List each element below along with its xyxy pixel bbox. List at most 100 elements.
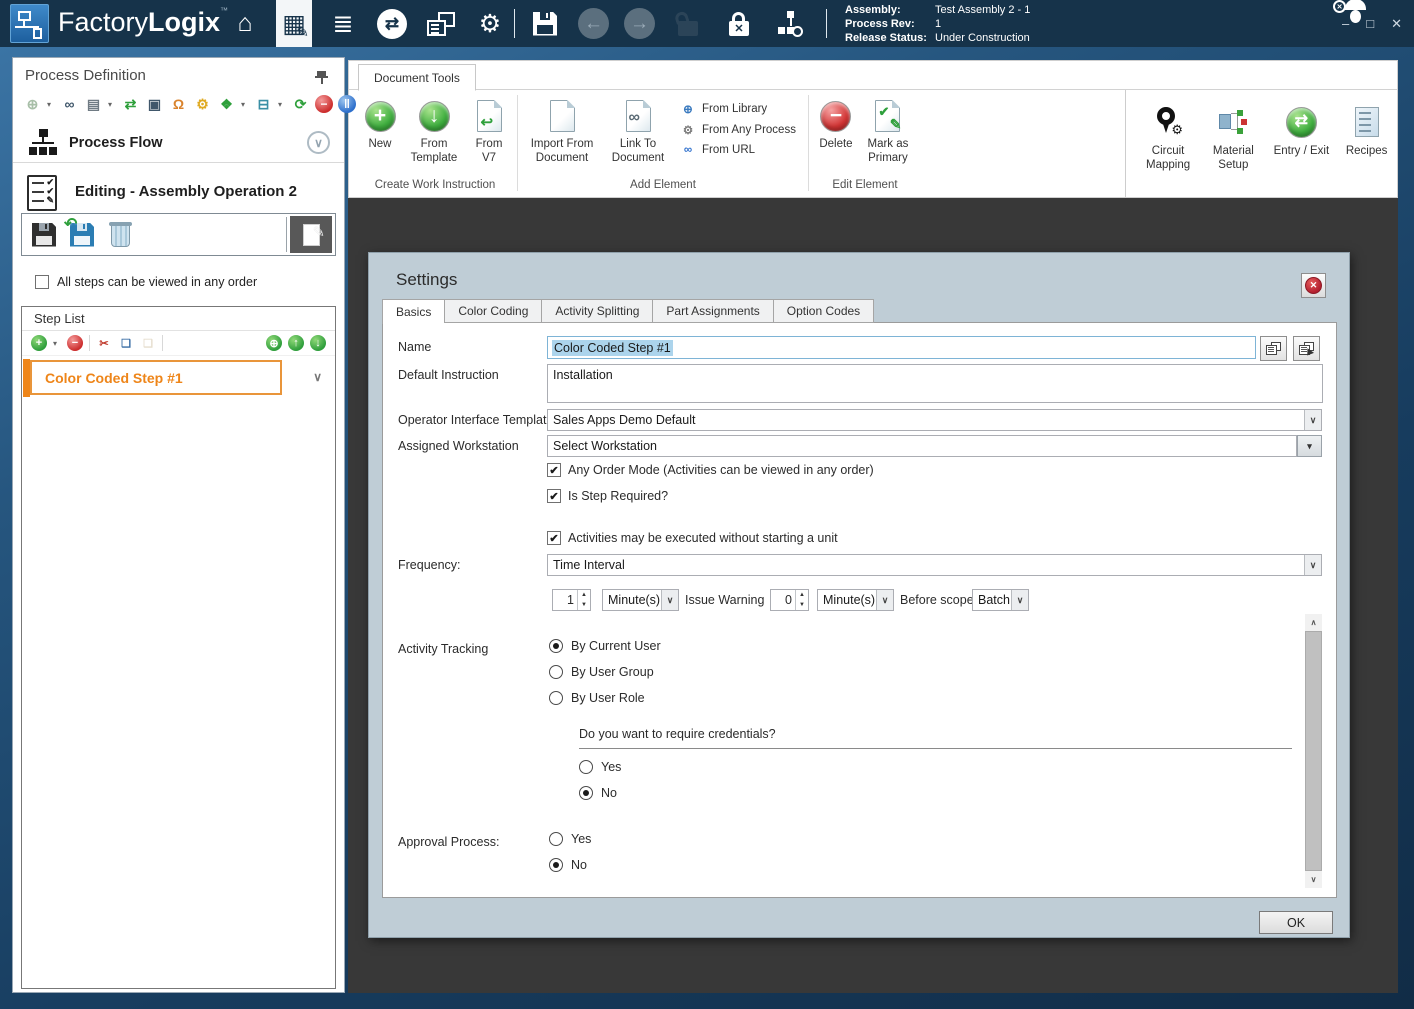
approval-yes-radio[interactable] bbox=[549, 832, 563, 846]
without-unit-checkbox[interactable]: ✔ bbox=[547, 531, 561, 545]
home-icon[interactable]: ⌂ bbox=[227, 0, 263, 47]
tracking-current-user-option[interactable]: By Current User bbox=[549, 639, 661, 653]
mark-as-primary-button[interactable]: ✔✎ Mark as Primary bbox=[859, 92, 917, 165]
process-search-icon[interactable] bbox=[772, 0, 808, 47]
step-name[interactable]: Color Coded Step #1 bbox=[30, 360, 282, 395]
tracking-user-role-radio[interactable] bbox=[549, 691, 563, 705]
documents-nav-icon[interactable] bbox=[423, 0, 459, 47]
copy-name-button[interactable] bbox=[1260, 336, 1287, 361]
add-caret-icon[interactable]: ▾ bbox=[47, 100, 55, 109]
presentation-icon[interactable]: ▣ bbox=[145, 95, 164, 114]
export-caret-icon[interactable]: ▾ bbox=[241, 100, 249, 109]
add-process-icon[interactable]: ⊕ bbox=[23, 95, 42, 114]
lock-close-icon[interactable]: ✕ bbox=[721, 0, 757, 47]
name-input[interactable]: Color Coded Step #1 bbox=[547, 336, 1256, 359]
deactivate-icon[interactable]: − bbox=[315, 95, 333, 113]
sync-icon[interactable]: ⇄ bbox=[121, 95, 140, 114]
spin-down-icon[interactable]: ▼ bbox=[578, 600, 590, 610]
dialog-scrollbar[interactable]: ∧ ∨ bbox=[1305, 614, 1322, 888]
pin-icon[interactable] bbox=[316, 70, 328, 84]
move-step-up-icon[interactable]: ↑ bbox=[288, 335, 304, 351]
collapse-icon[interactable]: ∨ bbox=[307, 131, 330, 154]
materials-nav-icon[interactable]: ≣ bbox=[325, 0, 361, 47]
add-step-caret-icon[interactable]: ▾ bbox=[53, 339, 61, 348]
tab-part-assignments[interactable]: Part Assignments bbox=[652, 299, 772, 323]
from-url-button[interactable]: ∞ From URL bbox=[680, 144, 796, 156]
forward-icon[interactable]: → bbox=[624, 8, 655, 39]
edit-work-instruction-button[interactable]: ✎ bbox=[290, 216, 332, 253]
material-setup-button[interactable]: Material Setup bbox=[1204, 96, 1262, 197]
step-required-checkbox[interactable]: ✔ bbox=[547, 489, 561, 503]
scroll-down-button[interactable]: ∨ bbox=[1305, 871, 1322, 888]
transfer-nav-icon[interactable]: ⇄ bbox=[374, 0, 410, 47]
print-icon[interactable]: ▤ bbox=[84, 95, 103, 114]
remove-step-icon[interactable]: − bbox=[67, 335, 83, 351]
tracking-user-role-option[interactable]: By User Role bbox=[549, 691, 645, 705]
db-caret-icon[interactable]: ▾ bbox=[278, 100, 286, 109]
find-icon[interactable]: ∞ bbox=[60, 95, 79, 114]
maximize-button[interactable]: □ bbox=[1366, 16, 1374, 31]
interval-spin-arrows[interactable]: ▲▼ bbox=[577, 590, 590, 610]
credentials-yes-option[interactable]: Yes bbox=[579, 760, 621, 774]
print-caret-icon[interactable]: ▾ bbox=[108, 100, 116, 109]
link-to-document-button[interactable]: ∞ Link To Document bbox=[602, 92, 674, 165]
process-definition-nav-icon[interactable]: ▦✎ bbox=[276, 0, 312, 47]
from-template-button[interactable]: ↓ From Template bbox=[403, 92, 465, 165]
zoom-add-icon[interactable]: ⊕ bbox=[266, 335, 282, 351]
paste-icon[interactable]: ❏ bbox=[140, 335, 156, 351]
cut-icon[interactable]: ✂ bbox=[96, 335, 112, 351]
interval-unit-select[interactable]: Minute(s) ∨ bbox=[602, 589, 679, 611]
tab-activity-splitting[interactable]: Activity Splitting bbox=[541, 299, 652, 323]
tracking-user-group-option[interactable]: By User Group bbox=[549, 665, 654, 679]
scope-select[interactable]: Batch ∨ bbox=[972, 589, 1029, 611]
bell-icon[interactable]: Ω bbox=[169, 95, 188, 114]
step-list-item[interactable]: Color Coded Step #1 ∨ bbox=[22, 359, 335, 397]
import-from-document-button[interactable]: Import From Document bbox=[522, 92, 602, 165]
spin-up-icon[interactable]: ▲ bbox=[578, 590, 590, 600]
warning-spin-arrows[interactable]: ▲▼ bbox=[795, 590, 808, 610]
add-step-icon[interactable]: + bbox=[31, 335, 47, 351]
credentials-yes-radio[interactable] bbox=[579, 760, 593, 774]
spin-down-icon-2[interactable]: ▼ bbox=[796, 600, 808, 610]
frequency-select[interactable]: Time Interval ∨ bbox=[547, 554, 1322, 576]
entry-exit-button[interactable]: ⇄ Entry / Exit bbox=[1269, 96, 1335, 197]
import-operation-button[interactable]: ↶ bbox=[63, 216, 101, 253]
copy-icon[interactable]: ❏ bbox=[118, 335, 134, 351]
credentials-no-radio[interactable] bbox=[579, 786, 593, 800]
spin-up-icon-2[interactable]: ▲ bbox=[796, 590, 808, 600]
scrollbar-thumb[interactable] bbox=[1305, 631, 1322, 871]
tab-option-codes[interactable]: Option Codes bbox=[773, 299, 874, 323]
unlock-icon[interactable] bbox=[670, 0, 706, 47]
delete-operation-button[interactable] bbox=[101, 216, 139, 253]
export-icon[interactable]: ❖ bbox=[217, 95, 236, 114]
refresh-icon[interactable]: ⟳ bbox=[291, 95, 310, 114]
database-delete-icon[interactable]: ⊟ bbox=[254, 95, 273, 114]
scroll-up-button[interactable]: ∧ bbox=[1305, 614, 1322, 631]
process-flow-header[interactable]: Process Flow ∨ bbox=[13, 124, 344, 162]
dialog-close-button[interactable]: ✕ bbox=[1301, 273, 1326, 298]
tab-color-coding[interactable]: Color Coding bbox=[444, 299, 541, 323]
tracking-user-group-radio[interactable] bbox=[549, 665, 563, 679]
move-step-down-icon[interactable]: ↓ bbox=[310, 335, 326, 351]
warning-spinner[interactable]: 0 ▲▼ bbox=[770, 589, 809, 611]
save-icon[interactable] bbox=[527, 0, 563, 47]
from-v7-button[interactable]: ↩ From V7 bbox=[465, 92, 513, 165]
any-order-checkbox[interactable]: ✔ bbox=[547, 463, 561, 477]
approval-yes-option[interactable]: Yes bbox=[549, 832, 591, 846]
pause-icon[interactable]: ‖ bbox=[338, 95, 356, 113]
approval-no-radio[interactable] bbox=[549, 858, 563, 872]
warning-unit-select[interactable]: Minute(s) ∨ bbox=[817, 589, 894, 611]
approval-no-option[interactable]: No bbox=[549, 858, 587, 872]
apply-name-button[interactable] bbox=[1293, 336, 1320, 361]
save-operation-button[interactable] bbox=[25, 216, 63, 253]
tab-basics[interactable]: Basics bbox=[382, 299, 444, 324]
step-expand-chevron-icon[interactable]: ∨ bbox=[313, 370, 322, 384]
operator-template-select[interactable]: Sales Apps Demo Default ∨ bbox=[547, 409, 1322, 431]
workstation-dropdown-button[interactable]: ▾ bbox=[1297, 435, 1322, 457]
circuit-mapping-button[interactable]: ⚙ Circuit Mapping bbox=[1138, 96, 1198, 197]
tracking-current-user-radio[interactable] bbox=[549, 639, 563, 653]
back-icon[interactable]: ← bbox=[578, 8, 609, 39]
tab-document-tools[interactable]: Document Tools bbox=[358, 64, 476, 91]
credentials-no-option[interactable]: No bbox=[579, 786, 617, 800]
ok-button[interactable]: OK bbox=[1259, 911, 1333, 934]
